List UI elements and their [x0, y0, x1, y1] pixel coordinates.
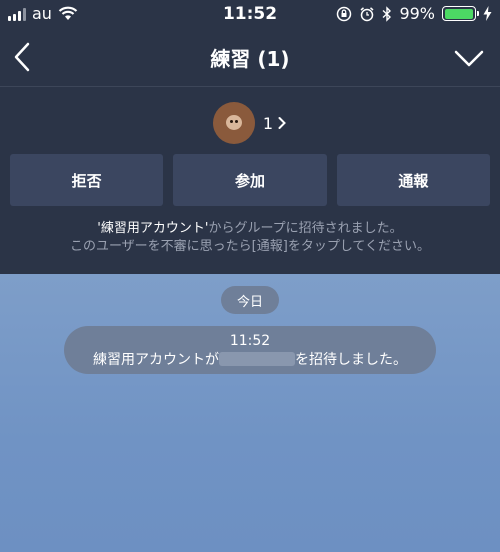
- join-button[interactable]: 参加: [173, 154, 327, 206]
- system-message-text: 練習用アカウントが を招待しました。: [64, 351, 436, 370]
- report-button[interactable]: 通報: [336, 154, 490, 206]
- member-row[interactable]: 1: [0, 101, 500, 145]
- member-count-label: 1: [262, 113, 274, 133]
- chevron-right-icon: [278, 117, 287, 129]
- system-message-text-before: 練習用アカウントが: [93, 352, 219, 368]
- battery-icon: [442, 6, 479, 21]
- rotation-lock-icon: [337, 6, 352, 21]
- inviter-name: '練習用アカウント': [97, 221, 209, 236]
- system-message: 11:52 練習用アカウントが を招待しました。: [64, 326, 436, 374]
- avatar[interactable]: [212, 102, 255, 144]
- bluetooth-icon: [382, 5, 392, 22]
- date-separator: 今日: [221, 286, 279, 314]
- invite-actions: 拒否 参加 通報: [10, 154, 490, 206]
- system-message-text-after: を招待しました。: [295, 352, 407, 368]
- member-count[interactable]: 1: [263, 114, 287, 133]
- alarm-icon: [360, 6, 374, 21]
- redacted-name: [219, 352, 295, 366]
- notice-line-2: このユーザーを不審に思ったら[通報]をタップしてください。: [69, 239, 431, 254]
- notice-line-1: '練習用アカウント'からグループに招待されました。: [0, 220, 500, 238]
- battery-percent: 99%: [399, 4, 435, 23]
- page-title: 練習 (1): [210, 47, 290, 71]
- reject-button[interactable]: 拒否: [10, 154, 164, 206]
- chat-area[interactable]: 今日 11:52 練習用アカウントが を招待しました。: [0, 274, 500, 552]
- invite-notice: '練習用アカウント'からグループに招待されました。 このユーザーを不審に思ったら…: [0, 220, 500, 256]
- system-message-time: 11:52: [229, 333, 271, 349]
- chat-header: 練習 (1): [0, 28, 500, 87]
- notice-line-1-rest: からグループに招待されました。: [208, 221, 403, 236]
- status-bar: au 11:52 99%: [0, 0, 500, 28]
- chevron-down-icon[interactable]: [452, 44, 486, 72]
- charging-icon: [483, 6, 492, 21]
- status-right: 99%: [336, 4, 492, 23]
